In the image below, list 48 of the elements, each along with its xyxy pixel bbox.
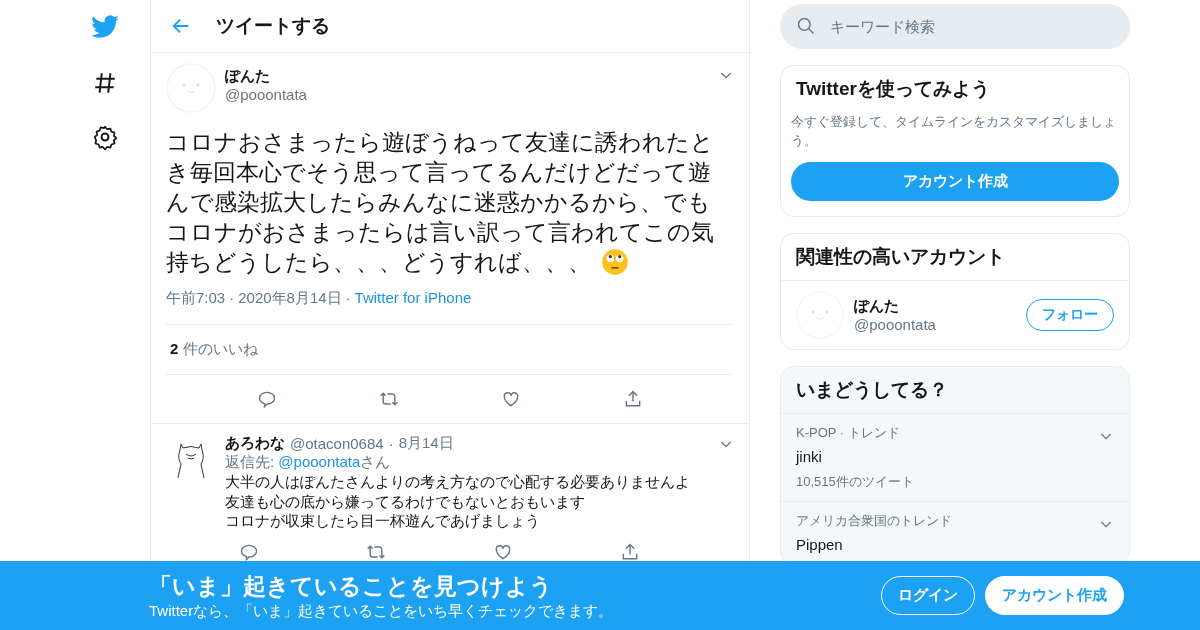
reply-author-handle[interactable]: @otacon0684 [290,435,384,452]
separator-dot: · [229,289,235,308]
account-name[interactable]: ぽんた [854,297,1016,316]
tweet-text-line: コロナおさまったら遊ぼうねって友達に誘われたと [166,128,715,157]
card-text: 今すぐ登録して、タイムラインをカスタマイズしましょう。 [791,113,1117,150]
reply-date[interactable]: 8月14日 [398,434,454,453]
reply-icon[interactable] [257,389,277,409]
author-name[interactable]: ぽんた [225,67,709,86]
tweet-text-line: き毎回本心でそう思って言ってるんだけどだって遊 [166,158,712,187]
account-handle[interactable]: @pooontata [854,316,1016,333]
mention-link[interactable]: @pooontata [278,453,361,470]
reply-author-name[interactable]: あろわな [225,434,285,453]
settings-icon[interactable] [92,124,118,150]
trend-name[interactable]: jinki [796,448,1114,465]
hashtag-icon[interactable] [92,70,118,96]
search-field[interactable]: キーワード検索 [780,4,1130,49]
separator-dot: · [345,289,351,308]
banner-subtitle: Twitterなら、「いま」起きていることをいち早くチェックできます。 [149,601,614,621]
trend-name[interactable]: Pippen [796,536,1114,553]
separator-dot: · [388,435,394,452]
reply-text-line: 友達も心の底から嫌ってるわけでもないとおもいます [225,491,586,511]
card-title: いまどうしてる？ [781,367,1129,414]
tweet-date: 2020年8月14日 [238,289,342,308]
source-link[interactable]: Twitter for iPhone [354,289,472,308]
eye-roll-emoji-icon [601,248,629,276]
tweet-text-line: んで感染拡大したらみんなに迷惑かかるから、でも [166,188,712,217]
trend-tweet-count: 10,515件のツイート [796,473,915,491]
replying-to-text: 返信先: @pooontataさん [225,453,392,472]
likes-label[interactable]: 件のいいね [183,340,259,359]
follow-button[interactable]: フォロー [1026,299,1114,331]
create-account-button[interactable]: アカウント作成 [791,162,1119,201]
banner-title: 「いま」起きていることを見つけよう [149,571,554,601]
card-title: 関連性の高いアカウント [781,234,1129,281]
share-icon[interactable] [623,389,643,409]
trend-context: K-POP · トレンド [796,424,900,442]
card-title: Twitterを使ってみよう [796,77,991,101]
heart-icon[interactable] [501,389,521,409]
tweet-time: 午前7:03 [166,289,226,308]
reply-text-line: 大半の人はぽんたさんよりの考え方なので心配する必要ありませんよ [225,472,691,492]
likes-count[interactable]: 2 [170,340,179,359]
author-handle[interactable]: @pooontata [225,86,709,103]
signup-button[interactable]: アカウント作成 [985,576,1124,615]
page-title: ツイートする [216,14,330,38]
tweet-text-line: コロナがおさまったらは言い訳って言われてこの気 [166,218,715,247]
tweet-text-line: 持ちどうしたら、、、どうすれば、、、 [166,248,591,277]
reply-text-line: コロナが収束したら目一杯遊んであげましょう [225,511,541,531]
trend-context: アメリカ合衆国のトレンド [796,512,952,530]
search-icon [796,16,816,36]
